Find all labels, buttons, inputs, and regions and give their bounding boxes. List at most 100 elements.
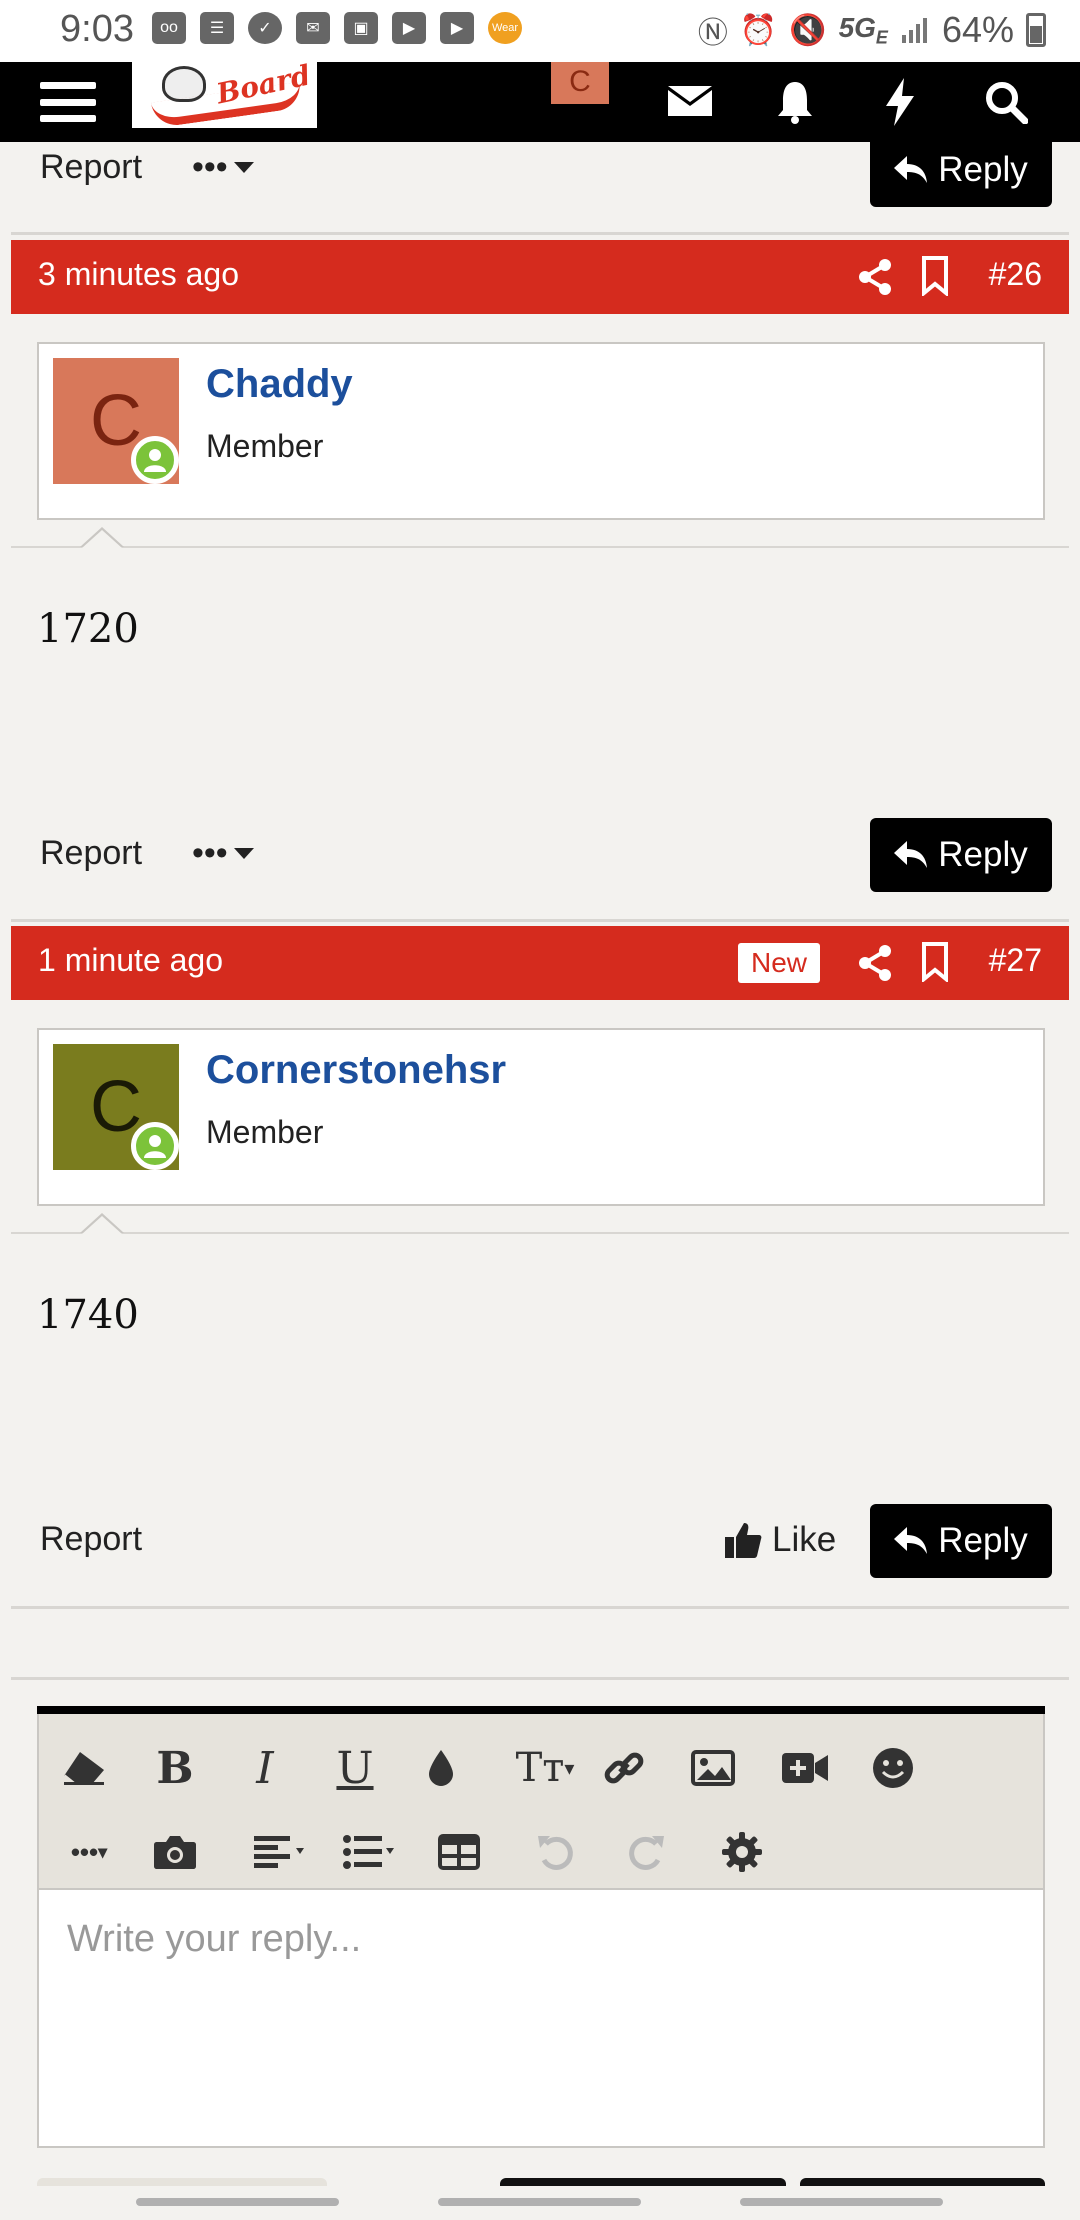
youtube-icon-2: ▶: [440, 12, 474, 44]
reply-label: Reply: [938, 150, 1028, 189]
post-header: 3 minutes ago #26: [11, 240, 1069, 314]
site-logo[interactable]: Board: [132, 62, 317, 128]
pocket-icon: ✓: [248, 12, 282, 44]
post-body: 1720: [37, 606, 139, 652]
like-label: Like: [772, 1520, 837, 1559]
preview-button-peek[interactable]: [800, 2178, 1045, 2186]
card-pointer-inner: [82, 530, 122, 548]
italic-icon[interactable]: I: [232, 1738, 298, 1798]
reply-editor: B I U Tт ▾ ••• ▾: [37, 1706, 1045, 2148]
font-size-icon[interactable]: Tт ▾: [505, 1738, 585, 1798]
username[interactable]: Cornerstonehsr: [206, 1048, 506, 1093]
search-icon[interactable]: [978, 76, 1034, 128]
news-icon: ☰: [200, 12, 234, 44]
post-time[interactable]: 3 minutes ago: [38, 256, 239, 293]
more-dots: •••: [192, 148, 228, 186]
bookmark-icon[interactable]: [921, 942, 949, 982]
more-menu-button[interactable]: •••: [192, 148, 254, 187]
online-status-icon: [131, 1122, 179, 1170]
report-link[interactable]: Report: [40, 834, 142, 873]
battery-percent: 64%: [941, 9, 1014, 50]
video-icon[interactable]: [772, 1738, 838, 1798]
youtube-icon: ▶: [392, 12, 426, 44]
reply-arrow-icon: [894, 156, 928, 183]
report-link[interactable]: Report: [40, 148, 142, 187]
alarm-icon: ⏰: [739, 13, 778, 47]
post-number[interactable]: #27: [989, 942, 1042, 979]
editor-divider: [11, 1677, 1069, 1680]
mute-icon: 🔇: [789, 13, 827, 47]
battery-icon: [1026, 13, 1046, 47]
nav-recents-button[interactable]: [136, 2198, 339, 2206]
reply-label: Reply: [938, 835, 1028, 874]
redo-icon[interactable]: [613, 1822, 679, 1882]
report-link[interactable]: Report: [40, 1520, 142, 1559]
user-role: Member: [206, 428, 324, 464]
image-icon[interactable]: [680, 1738, 746, 1798]
screen: 9:03 oo ☰ ✓ ✉ ▣ ▶ ▶ Wear Ⓝ ⏰ 🔇 5GE 64% B…: [0, 0, 1080, 2220]
system-nav-bar: [0, 2186, 1080, 2220]
like-button[interactable]: Like: [724, 1520, 836, 1560]
list-icon[interactable]: [334, 1822, 410, 1882]
nav-back-button[interactable]: [740, 2198, 943, 2206]
post-number[interactable]: #26: [989, 256, 1042, 293]
align-icon[interactable]: [244, 1822, 320, 1882]
network-label: 5G: [838, 11, 876, 43]
reply-button[interactable]: Reply: [870, 818, 1052, 892]
table-icon[interactable]: [426, 1822, 492, 1882]
user-avatar[interactable]: C: [551, 62, 609, 104]
reply-arrow-icon: [894, 841, 928, 868]
inbox-icon[interactable]: [662, 76, 718, 128]
smiley-icon[interactable]: [860, 1738, 926, 1798]
editor-toolbar: B I U Tт ▾ ••• ▾: [39, 1714, 1043, 1890]
post-time[interactable]: 1 minute ago: [38, 942, 223, 979]
card-separator: [11, 1232, 1069, 1234]
network-type: 5GE: [839, 12, 888, 49]
user-role: Member: [206, 1114, 324, 1150]
app-header: Board C: [0, 62, 1080, 142]
status-bar: 9:03 oo ☰ ✓ ✉ ▣ ▶ ▶ Wear Ⓝ ⏰ 🔇 5GE 64%: [0, 0, 1080, 62]
post-reply-button-peek[interactable]: [500, 2178, 786, 2186]
whats-new-bolt-icon[interactable]: [872, 76, 928, 128]
share-icon[interactable]: [857, 258, 893, 296]
post-divider: [11, 1606, 1069, 1609]
gallery-icon: ▣: [344, 12, 378, 44]
underline-icon[interactable]: U: [322, 1738, 388, 1798]
post-header: 1 minute ago New #27: [11, 926, 1069, 1000]
reply-textarea[interactable]: [39, 1890, 1043, 2146]
username[interactable]: Chaddy: [206, 362, 353, 407]
status-right: Ⓝ ⏰ 🔇 5GE 64%: [698, 8, 1046, 52]
editor-top-border: [37, 1706, 1045, 1714]
bold-icon[interactable]: B: [142, 1738, 208, 1798]
eraser-icon[interactable]: [51, 1738, 117, 1798]
alerts-bell-icon[interactable]: [767, 76, 823, 128]
text-color-icon[interactable]: [408, 1738, 474, 1798]
user-card: C Cornerstonehsr Member: [37, 1028, 1045, 1206]
mail-icon: ✉: [296, 12, 330, 44]
post-divider: [11, 919, 1069, 922]
notification-icons: oo ☰ ✓ ✉ ▣ ▶ ▶ Wear: [152, 12, 522, 44]
voicemail-icon: oo: [152, 12, 186, 44]
reply-arrow-icon: [894, 1527, 928, 1554]
card-pointer-inner: [82, 1216, 122, 1234]
post-body: 1740: [37, 1292, 139, 1338]
menu-icon[interactable]: [40, 82, 96, 122]
attach-button-peek[interactable]: [37, 2178, 327, 2186]
link-icon[interactable]: [591, 1738, 657, 1798]
post-divider: [11, 232, 1069, 235]
share-icon[interactable]: [857, 944, 893, 982]
settings-gear-icon[interactable]: [709, 1822, 775, 1882]
undo-icon[interactable]: [523, 1822, 589, 1882]
card-separator: [11, 546, 1069, 548]
more-menu-button[interactable]: •••: [192, 834, 254, 873]
nav-home-button[interactable]: [438, 2198, 641, 2206]
camera-icon[interactable]: [142, 1822, 208, 1882]
wear-icon: Wear: [488, 12, 522, 44]
new-badge: New: [738, 943, 820, 983]
more-options-icon[interactable]: ••• ▾: [51, 1822, 127, 1882]
more-dots: •••: [192, 834, 228, 872]
reply-button[interactable]: Reply: [870, 1504, 1052, 1578]
reply-button[interactable]: Reply: [870, 133, 1052, 207]
nfc-icon: Ⓝ: [697, 17, 728, 50]
bookmark-icon[interactable]: [921, 256, 949, 296]
